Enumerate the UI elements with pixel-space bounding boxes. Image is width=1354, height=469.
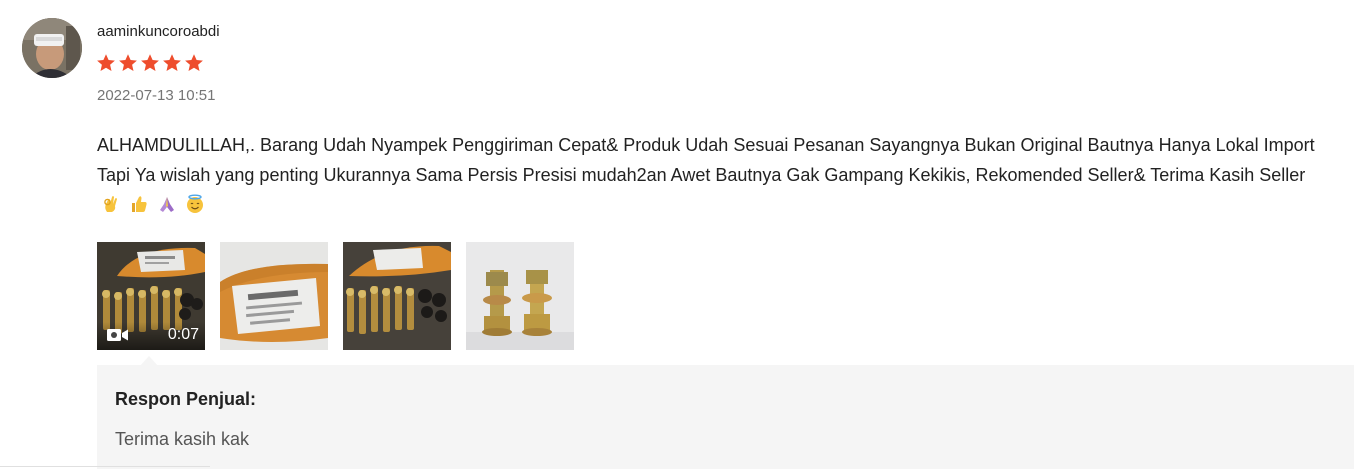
seller-reply-title: Respon Penjual:	[115, 389, 257, 409]
star-icon	[97, 54, 115, 71]
emoji-row	[101, 194, 205, 214]
smiling-face-with-halo-icon	[187, 194, 203, 213]
media-thumbnail-image[interactable]	[220, 242, 328, 350]
star-icon	[163, 54, 181, 71]
star-icon	[141, 54, 159, 71]
seller-reply: Respon Penjual: Terima kasih kak	[97, 365, 1354, 469]
ok-hand-icon	[104, 196, 117, 212]
star-rating	[96, 53, 204, 73]
divider	[0, 466, 210, 467]
media-thumbnail-image[interactable]	[343, 242, 451, 350]
folded-hands-icon	[160, 197, 174, 212]
media-gallery: 0:07	[97, 242, 574, 350]
media-thumbnail-image[interactable]	[466, 242, 574, 350]
video-duration: 0:07	[167, 326, 199, 343]
star-icon	[185, 54, 203, 71]
avatar[interactable]	[22, 18, 82, 78]
review-timestamp: 2022-07-13 10:51	[97, 87, 216, 104]
media-thumbnail-video[interactable]: 0:07	[97, 242, 205, 350]
review-item: aaminkuncoroabdi 2022-07-13 10:51 ALHAMD…	[0, 0, 1354, 469]
thumbs-up-icon	[132, 196, 147, 212]
review-comment-text: ALHAMDULILLAH,. Barang Udah Nyampek Peng…	[97, 135, 1315, 185]
review-comment: ALHAMDULILLAH,. Barang Udah Nyampek Peng…	[97, 130, 1337, 220]
username[interactable]: aaminkuncoroabdi	[97, 22, 220, 42]
star-icon	[119, 54, 137, 71]
seller-reply-text: Terima kasih kak	[115, 429, 250, 449]
video-camera-icon	[107, 329, 128, 341]
